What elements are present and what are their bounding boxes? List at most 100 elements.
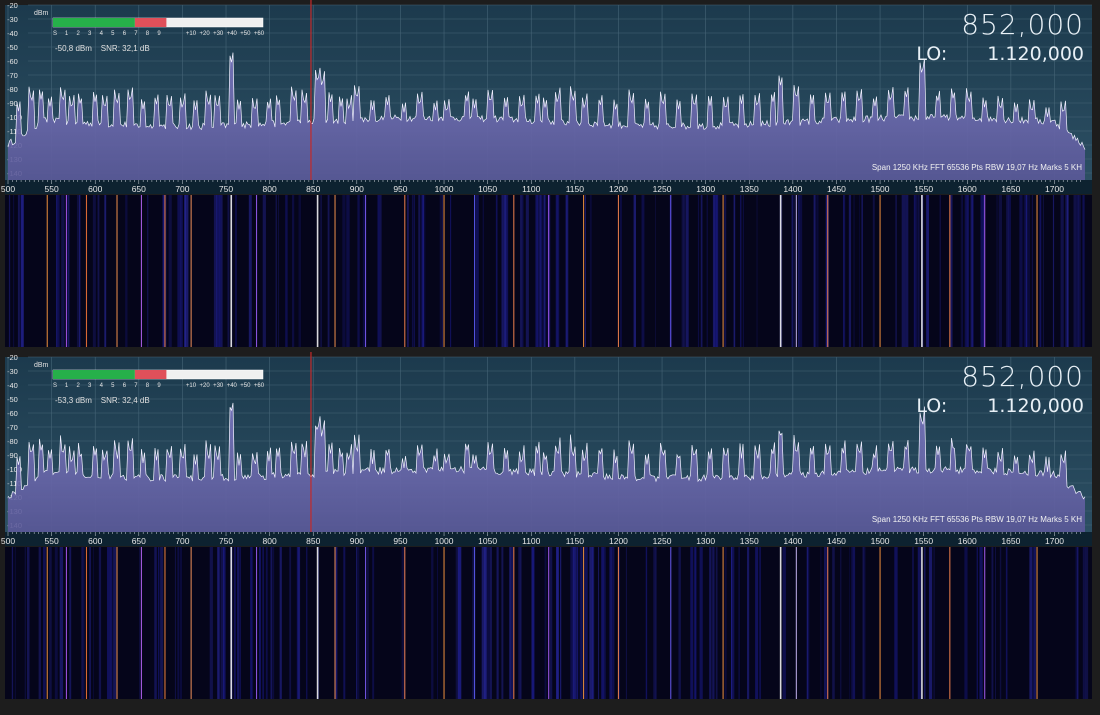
waterfall-streak — [625, 547, 627, 699]
vfo-display[interactable]: 852,000 LO: 1.120,000 — [916, 10, 1084, 66]
spectrum-panel-top[interactable]: -20-30-40-50-60-70-80-90-100-110-120-130… — [0, 0, 1100, 355]
waterfall-streak — [262, 547, 265, 699]
waterfall-streak — [755, 547, 759, 699]
waterfall-streak — [519, 547, 522, 699]
signal-level: -50,8 dBm — [55, 44, 92, 53]
smeter-scale-label: +40 — [227, 383, 238, 389]
waterfall-streak — [83, 547, 85, 699]
smeter-scale-label: S — [53, 383, 57, 389]
waterfall-carrier — [443, 547, 445, 699]
x-tick-label: 1000 — [435, 184, 454, 194]
waterfall-streak — [560, 547, 562, 699]
smeter-bar-green — [53, 370, 135, 379]
waterfall-streak — [612, 547, 615, 699]
waterfall-carrier — [513, 195, 515, 347]
waterfall-carrier — [795, 195, 797, 347]
waterfall-streak — [104, 195, 107, 347]
waterfall-streak — [17, 195, 20, 347]
spectrum-panel-bottom[interactable]: -20-30-40-50-60-70-80-90-100-110-120-130… — [0, 352, 1100, 707]
waterfall-streak — [913, 195, 917, 347]
waterfall-streak — [174, 547, 176, 699]
waterfall-streak — [864, 547, 866, 699]
waterfall-streak — [964, 547, 968, 699]
waterfall-streak — [495, 195, 498, 347]
waterfall-streak — [556, 547, 559, 699]
waterfall-streak — [572, 547, 577, 699]
waterfall-carrier — [334, 195, 336, 347]
waterfall-carrier — [190, 547, 192, 699]
waterfall-streak — [401, 547, 404, 699]
waterfall-streak — [125, 195, 128, 347]
waterfall-streak — [237, 547, 239, 699]
waterfall-carrier — [65, 547, 67, 699]
waterfall-streak — [380, 195, 382, 347]
waterfall-carrier — [949, 195, 951, 347]
x-tick-label: 1150 — [566, 536, 585, 546]
y-tick-label: -40 — [7, 29, 18, 38]
x-tick-label: 1600 — [958, 536, 977, 546]
waterfall-streak — [518, 547, 519, 699]
x-tick-label: 500 — [1, 536, 15, 546]
waterfall-streak — [107, 547, 111, 699]
waterfall-carrier — [1036, 195, 1038, 347]
tuned-frequency[interactable]: 852,000 — [916, 10, 1084, 40]
lo-frequency[interactable]: 1.120,000 — [987, 395, 1084, 417]
waterfall-carrier — [230, 547, 233, 699]
waterfall-streak — [565, 195, 568, 347]
y-tick-label: -60 — [7, 57, 18, 66]
waterfall-streak — [298, 195, 302, 347]
waterfall-streak — [742, 195, 745, 347]
waterfall-streak — [549, 547, 553, 699]
waterfall-streak — [756, 195, 758, 347]
x-tick-label: 1650 — [1001, 536, 1020, 546]
waterfall-streak — [733, 195, 736, 347]
waterfall-streak — [928, 547, 933, 699]
x-tick-label: 900 — [350, 536, 364, 546]
waterfall-streak — [905, 195, 909, 347]
x-tick-label: 500 — [1, 184, 15, 194]
waterfall-streak — [719, 195, 721, 347]
waterfall-streak — [1039, 195, 1042, 347]
waterfall-streak — [179, 547, 183, 699]
waterfall-streak — [933, 547, 935, 699]
tuned-frequency[interactable]: 852,000 — [916, 362, 1084, 392]
waterfall-streak — [832, 547, 835, 699]
waterfall-streak — [358, 547, 360, 699]
waterfall-streak — [343, 547, 346, 699]
waterfall-streak — [346, 195, 350, 347]
vfo-display[interactable]: 852,000 LO: 1.120,000 — [916, 362, 1084, 418]
waterfall-carrier — [190, 195, 192, 347]
waterfall-streak — [653, 547, 657, 699]
waterfall-carrier — [722, 547, 724, 699]
waterfall-carrier — [255, 195, 258, 347]
waterfall-streak — [235, 195, 237, 347]
waterfall-carrier — [949, 547, 951, 699]
waterfall-streak — [917, 195, 919, 347]
waterfall-streak — [439, 195, 441, 347]
waterfall-streak — [49, 547, 52, 699]
waterfall-streak — [960, 195, 962, 347]
lo-label: LO: — [916, 395, 948, 417]
waterfall-carrier — [85, 547, 88, 699]
waterfall-streak — [1006, 195, 1008, 347]
waterfall-carrier — [722, 195, 724, 347]
waterfall-streak — [1084, 547, 1089, 699]
waterfall-carrier — [984, 547, 986, 699]
lo-row: LO: 1.120,000 — [916, 394, 1084, 418]
y-axis-unit: dBm — [34, 362, 49, 369]
waterfall-streak — [522, 195, 524, 347]
waterfall-streak — [259, 547, 261, 699]
x-tick-label: 1400 — [783, 184, 802, 194]
waterfall-streak — [458, 547, 461, 699]
waterfall-streak — [278, 195, 279, 347]
waterfall-streak — [939, 195, 942, 347]
waterfall-streak — [964, 195, 968, 347]
smeter-scale-label: +60 — [254, 31, 265, 37]
waterfall-carrier — [46, 547, 48, 699]
smeter-bar-green — [53, 18, 135, 27]
waterfall-streak — [532, 547, 535, 699]
waterfall-streak — [712, 547, 715, 699]
lo-frequency[interactable]: 1.120,000 — [987, 43, 1084, 65]
waterfall-streak — [158, 547, 160, 699]
waterfall-carrier — [583, 547, 585, 699]
